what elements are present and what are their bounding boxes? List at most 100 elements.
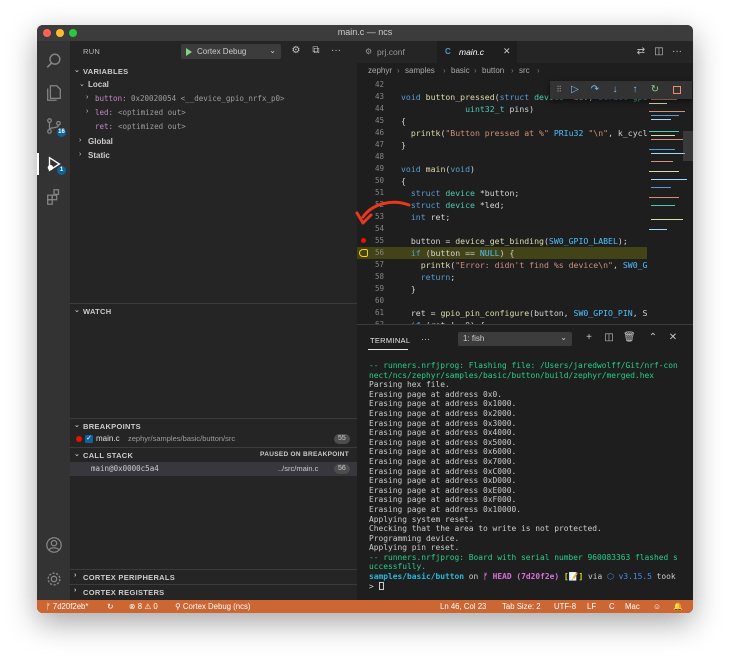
new-terminal-icon[interactable]: + [583,332,595,344]
tab-prj-conf[interactable]: ⚙ prj.conf [357,41,437,63]
open-launch-json-gear-icon[interactable]: ⚙ [290,45,302,57]
variables-static-scope[interactable]: › Static [70,149,357,163]
encoding[interactable]: UTF-8 [554,602,576,611]
frame-line-badge: 56 [334,464,350,474]
code-line: 45{ [374,116,406,126]
stop-icon[interactable] [670,83,684,97]
continue-icon[interactable]: ▷ [568,83,582,97]
minimap-slider[interactable] [683,131,693,161]
breadcrumb-item[interactable]: src [519,66,530,75]
trash-icon[interactable]: 🗑 [623,332,636,344]
variables-section-header[interactable]: ⌄ VARIABLES [70,64,357,78]
code-line: 48 [374,152,384,161]
breakpoints-section-header[interactable]: ⌄ BREAKPOINTS [70,418,357,432]
split-terminal-icon[interactable]: ◫ [603,332,615,344]
git-branch-status[interactable]: ᚠ 7d20f2eb* [46,602,88,611]
variables-global-scope[interactable]: › Global [70,135,357,149]
paused-status: PAUSED ON BREAKPOINT [260,451,349,458]
code-line: 59 } [374,284,416,294]
debug-console-icon[interactable]: ⧉ [310,45,322,57]
manage-gear-icon[interactable] [44,569,63,588]
run-toolbar: RUN Cortex Debug ⌄ ⚙ ⧉ ··· [70,41,357,61]
code-line: 57 printk("Error: didn't find %s device\… [374,260,648,270]
platform[interactable]: Mac [625,602,640,611]
source-control-icon[interactable]: 16 [44,116,66,137]
variable-row-led[interactable]: › led: <optimized out> [70,106,357,120]
active-tab-underline [368,349,408,350]
chevron-down-icon: ⌄ [74,307,81,314]
code-line: 58 return; [374,272,456,282]
breadcrumb-item[interactable]: basic [451,66,470,75]
chevron-right-icon: › [74,587,77,594]
code-line: 60 [374,296,384,305]
extensions-icon[interactable] [44,187,63,206]
annotation-arrow-icon [355,200,411,225]
code-line: 46 printk("Button pressed at %" PRIu32 "… [374,128,648,138]
feedback-icon[interactable]: ☺ [653,602,661,611]
eol[interactable]: LF [587,602,596,611]
step-into-icon[interactable]: ↓ [608,83,622,97]
breadcrumb-item[interactable]: zephyr [368,66,392,75]
explorer-icon[interactable] [44,83,63,102]
compare-icon[interactable]: ⇄ [635,46,647,58]
language-mode[interactable]: C [609,602,615,611]
terminal-prompt: samples/basic/button on ᚠ HEAD (7d20f2e)… [369,572,676,582]
code-line: 49 void main(void) [374,164,475,174]
debug-badge: 1 [57,166,66,175]
debug-session-status[interactable]: ⚲ Cortex Debug (ncs) [175,602,251,611]
start-debug-icon[interactable] [186,48,192,56]
terminal-select[interactable]: 1: fish ⌄ [458,332,572,346]
watch-section-header[interactable]: ⌄ WATCH [70,303,357,317]
editor-tabs: ⚙ prj.conf C main.c ✕ ⇄ ◫ ··· [357,41,693,63]
variable-row-ret[interactable]: ret: <optimized out> [70,120,357,134]
call-stack-frame[interactable]: main@0x0000c5a4 ../src/main.c 56 [70,462,357,476]
account-icon[interactable] [44,535,63,554]
breakpoint-dot-icon [76,436,82,442]
tab-size[interactable]: Tab Size: 2 [502,602,541,611]
cursor-position[interactable]: Ln 46, Col 23 [440,602,486,611]
gear-icon: ⚙ [365,47,373,56]
status-bar: ᚠ 7d20f2eb* ↻ ⊗ 8 ⚠ 0 ⚲ Cortex Debug (nc… [37,600,693,613]
debug-config-select[interactable]: Cortex Debug ⌄ [181,44,281,59]
drag-handle-icon[interactable]: ⠿ [552,83,566,97]
cortex-registers-header[interactable]: › CORTEX REGISTERS [70,584,357,598]
breakpoint-line-badge: 55 [334,434,350,444]
tab-terminal[interactable]: TERMINAL [370,336,410,345]
cortex-peripherals-header[interactable]: › CORTEX PERIPHERALS [70,569,357,583]
run-debug-icon[interactable]: 1 [44,154,66,175]
window-title: main.c — ncs [337,27,393,37]
more-actions-icon[interactable]: ··· [671,46,683,58]
call-stack-section-header[interactable]: ⌄ CALL STACK PAUSED ON BREAKPOINT [70,447,357,461]
split-editor-icon[interactable]: ◫ [653,46,665,58]
breakpoint-item[interactable]: ✓ main.c zephyr/samples/basic/button/src… [70,432,357,446]
breadcrumb-item[interactable]: button [482,66,504,75]
panel-header: TERMINAL ··· 1: fish ⌄ + ◫ 🗑 ⌃ ✕ [357,325,693,353]
chevron-down-icon: ⌄ [79,81,85,88]
debug-toolbar: ⠿ ▷ ↷ ↓ ↑ ↻ [550,81,692,99]
code-line: 55 button = device_get_binding(SW0_GPIO_… [357,235,647,247]
variables-local-scope[interactable]: ⌄ Local [70,78,357,92]
chevron-right-icon: › [79,137,82,144]
step-out-icon[interactable]: ↑ [628,83,642,97]
search-icon[interactable] [44,51,63,70]
tab-main-c[interactable]: C main.c ✕ [437,41,517,63]
breadcrumb-item[interactable]: samples [405,66,435,75]
code-line: 61 ret = gpio_pin_configure(button, SW0_… [374,308,648,318]
maximize-panel-icon[interactable]: ⌃ [647,332,659,344]
breadcrumb: zephyr › samples › basic › button › src … [368,66,540,75]
notifications-bell-icon[interactable]: 🔔 [673,602,683,611]
code-line-current: 56 if (button == NULL) { [357,247,647,259]
variable-row-button[interactable]: › button: 0x20020054 <__device_gpio_nrfx… [70,92,357,106]
breakpoint-enabled-checkbox[interactable]: ✓ [85,435,93,443]
close-panel-icon[interactable]: ✕ [667,332,679,344]
problems-status[interactable]: ⊗ 8 ⚠ 0 [129,602,158,611]
minimap[interactable] [647,79,693,324]
more-actions-icon[interactable]: ··· [330,45,342,57]
title-bar: main.c — ncs [37,25,693,41]
terminal-output[interactable]: -- runners.nrfjprog: Flashing file: /Use… [369,361,689,591]
step-over-icon[interactable]: ↷ [588,83,602,97]
more-actions-icon[interactable]: ··· [421,334,430,344]
restart-icon[interactable]: ↻ [648,83,662,97]
close-tab-icon[interactable]: ✕ [503,46,511,57]
sync-icon[interactable]: ↻ [107,602,114,611]
